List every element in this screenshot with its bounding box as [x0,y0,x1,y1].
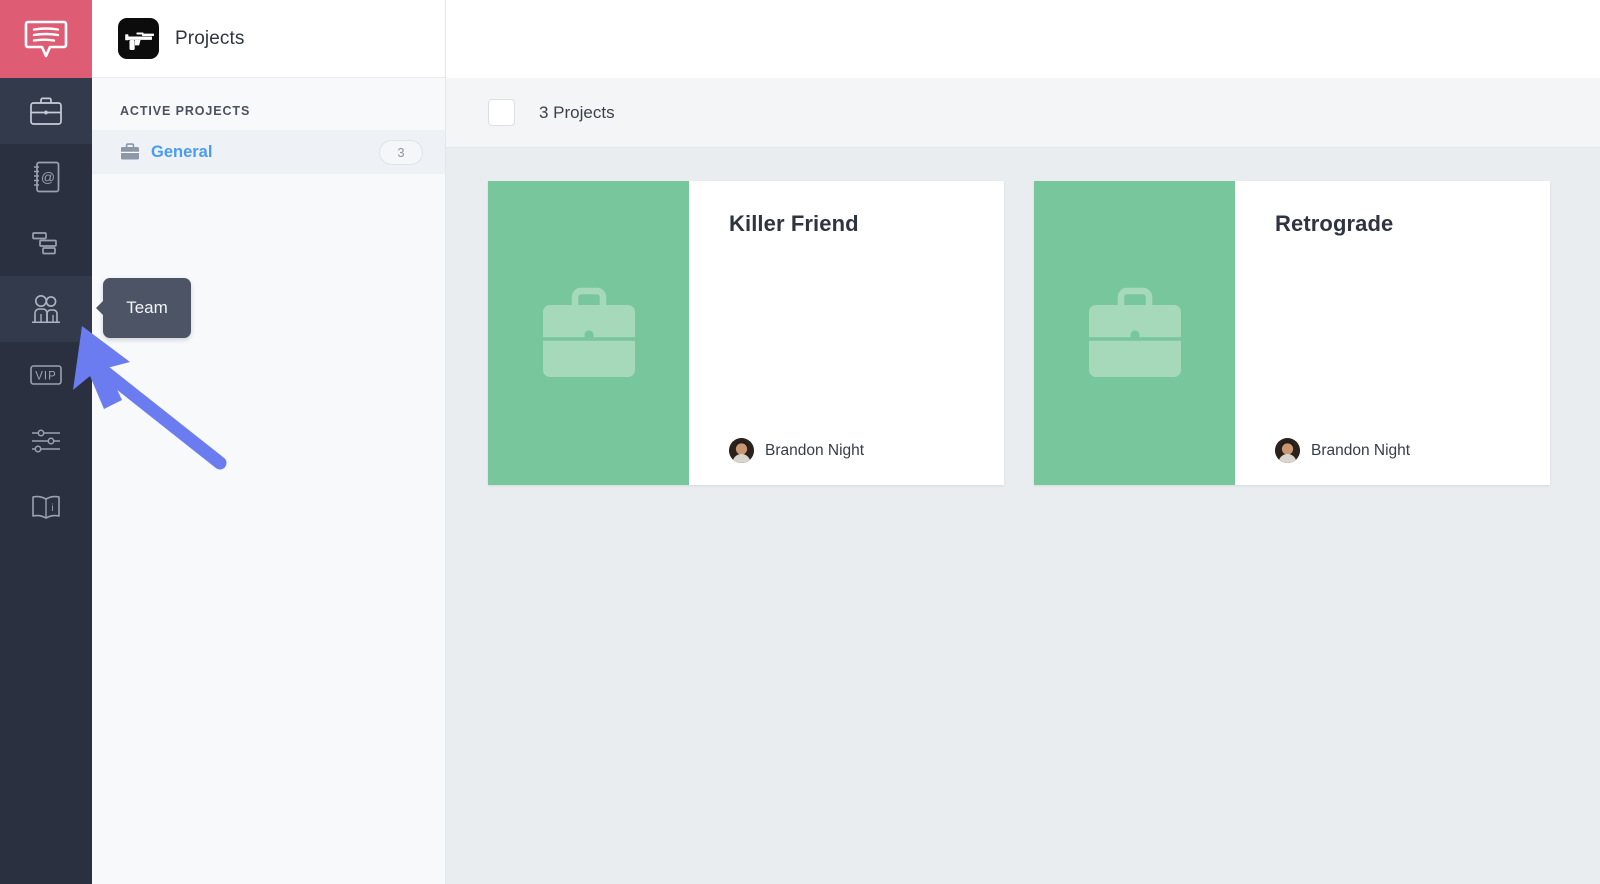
app-logo[interactable] [0,0,92,78]
project-title: Retrograde [1275,211,1394,236]
sliders-icon [32,429,60,453]
contacts-book-icon: @ [34,161,60,193]
team-tooltip: Team [96,278,191,338]
page-title: Projects [175,27,245,49]
tooltip-label: Team [126,298,168,317]
project-owner: Brandon Night [1275,438,1522,463]
panel-header: Projects [92,0,445,78]
avatar [729,438,754,463]
content-toolbar: 3 Projects [446,78,1600,148]
primary-nav-rail: @ VIP i [0,0,92,884]
rail-item-help[interactable]: i [0,474,92,540]
project-cards-grid: Killer Friend Brandon Night Retrograde B… [446,148,1600,884]
briefcase-icon [1088,287,1181,377]
owner-name: Brandon Night [765,441,865,459]
project-thumbnail [1034,181,1235,485]
svg-text:i: i [51,503,53,514]
briefcase-icon [30,97,62,125]
briefcase-icon [542,287,635,377]
vip-badge-icon: VIP [30,365,62,385]
rail-item-contacts[interactable]: @ [0,144,92,210]
project-card[interactable]: Killer Friend Brandon Night [488,181,1004,485]
svg-text:VIP: VIP [35,371,57,383]
main-content: 3 Projects Killer Friend Brandon Night R… [446,0,1600,884]
avatar [1275,438,1300,463]
rail-item-schedule[interactable] [0,210,92,276]
team-people-icon [32,295,60,323]
rail-item-vip[interactable]: VIP [0,342,92,408]
project-card-body: Killer Friend Brandon Night [689,181,1004,485]
project-card-body: Retrograde Brandon Night [1235,181,1550,485]
project-thumbnail [488,181,689,485]
rail-item-projects[interactable] [0,78,92,144]
sidebar-item-label: General [151,142,213,161]
active-projects-label: ACTIVE PROJECTS [120,104,251,118]
rail-item-settings[interactable] [0,408,92,474]
owner-name: Brandon Night [1311,441,1411,459]
sidebar-item-general[interactable]: General 3 [92,130,445,174]
gantt-chart-icon [32,232,57,255]
project-count-badge: 3 [379,139,423,165]
speech-bubble-logo-icon [24,20,68,58]
select-all-checkbox[interactable] [488,99,515,126]
projects-panel: Projects ACTIVE PROJECTS General 3 [92,0,446,884]
app-window: @ VIP i Projects ACTIVE PROJECTS General… [0,0,1600,884]
submachine-gun-logo-icon [124,32,154,50]
brand-avatar[interactable] [118,18,159,59]
project-card[interactable]: Retrograde Brandon Night [1034,181,1550,485]
rail-item-team[interactable] [0,276,92,342]
briefcase-icon [121,143,139,160]
project-count-label: 3 Projects [539,102,615,122]
manual-book-icon: i [32,495,60,519]
main-header [446,0,1600,78]
project-title: Killer Friend [729,211,859,236]
svg-text:@: @ [41,169,55,185]
project-owner: Brandon Night [729,438,976,463]
